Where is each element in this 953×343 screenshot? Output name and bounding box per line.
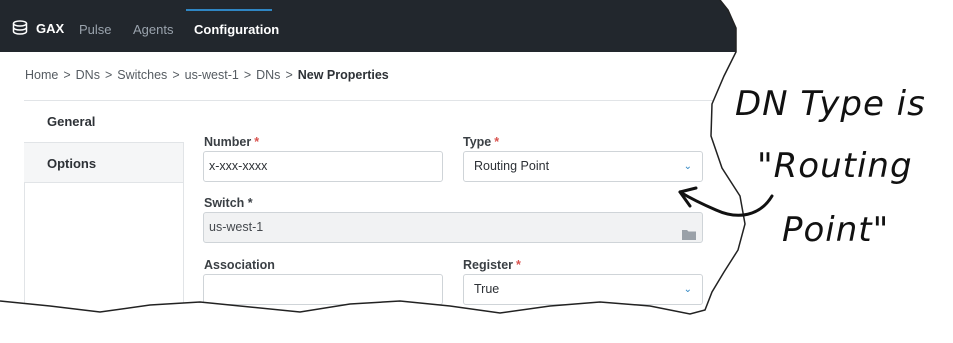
annotation-arrow-icon — [678, 186, 774, 217]
annotation-line-2: "Routing — [757, 146, 913, 186]
annotation-line-3: Point" — [782, 210, 890, 250]
annotation-line-1: DN Type is — [735, 84, 926, 124]
